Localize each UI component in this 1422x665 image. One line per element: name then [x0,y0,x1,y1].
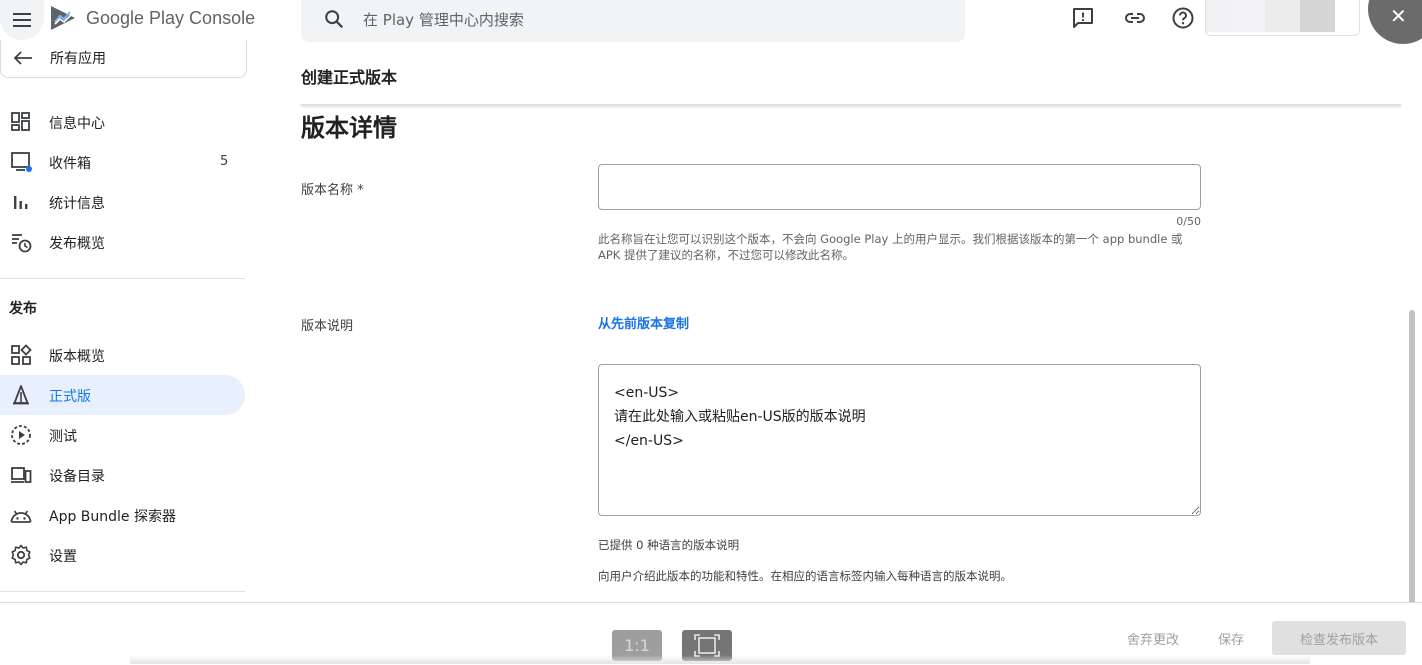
release-notes-count-text: 已提供 0 种语言的版本说明 [598,538,740,552]
testing-icon [11,425,31,445]
sidebar-item-label: 测试 [49,429,77,445]
sidebar-item-label: App Bundle 探索器 [49,509,176,525]
review-release-button[interactable]: 检查发布版本 [1272,621,1406,655]
release-name-label: 版本名称 * [301,183,364,198]
releases-overview-icon [11,344,32,365]
arrow-back-icon [13,51,32,65]
inbox-count-badge: 5 [220,154,229,169]
search-bar[interactable] [301,0,965,42]
discard-changes-button[interactable]: 舍弃更改 [1127,629,1179,648]
sidebar-item-app-bundle-explorer[interactable]: App Bundle 探索器 [0,495,245,535]
sidebar-nav: 所有应用 信息中心 收件箱 5 统计信息 发布概览 发布 版本概览 正式版 测试… [0,40,256,604]
sidebar-item-settings[interactable]: 设置 [0,535,245,575]
release-name-counter: 0/50 [1176,215,1201,228]
sidebar-item-device-catalog[interactable]: 设备目录 [0,455,245,495]
sidebar-item-inbox[interactable]: 收件箱 5 [0,142,245,182]
play-console-logo[interactable]: Google Play Console [50,4,255,32]
search-input[interactable] [363,7,943,33]
close-icon[interactable]: ✕ [1390,4,1407,28]
sidebar-item-label: 正式版 [49,389,91,405]
save-button[interactable]: 保存 [1218,629,1244,648]
inbox-icon [11,152,32,172]
bar-chart-icon [14,196,28,209]
release-notes-textarea[interactable]: <en-US> 请在此处输入或粘贴en-US版的版本说明 </en-US> [598,364,1201,516]
release-name-input[interactable] [598,164,1201,210]
link-icon[interactable] [1123,6,1147,30]
android-icon [10,510,32,523]
main-content: 创建正式版本 版本详情 版本名称 * 0/50 此名称旨在让您可以识别这个版本，… [256,46,1422,604]
sidebar-divider [0,591,245,592]
logo-text: Google Play Console [86,7,256,28]
menu-button[interactable] [0,0,44,40]
sidebar-item-releases-overview[interactable]: 版本概览 [0,335,245,375]
back-label: 所有应用 [50,51,106,67]
release-name-helper-text: 此名称旨在让您可以识别这个版本，不会向 Google Play 上的用户显示。我… [598,232,1183,262]
hamburger-icon [13,13,31,27]
sidebar-item-production[interactable]: 正式版 [0,375,245,415]
section-heading: 版本详情 [301,114,397,142]
sidebar-item-publishing-overview[interactable]: 发布概览 [0,222,245,262]
back-to-all-apps-button[interactable]: 所有应用 [0,40,247,78]
page-title: 创建正式版本 [301,68,398,87]
sidebar-item-label: 信息中心 [49,116,105,132]
sidebar-item-label: 收件箱 [49,156,91,172]
release-notes-hint: 向用户介绍此版本的功能和特性。在相应的语言标签内输入每种语言的版本说明。 [598,569,1012,583]
bottom-shadow [130,655,1310,664]
sidebar-item-statistics[interactable]: 统计信息 [0,182,245,222]
sidebar-item-dashboard[interactable]: 信息中心 [0,102,245,142]
device-catalog-icon [11,467,32,483]
settings-icon [11,544,31,566]
sidebar-divider [0,278,245,279]
sidebar-item-label: 设备目录 [49,469,105,485]
main-scrollbar[interactable] [1409,310,1415,604]
play-console-logo-icon [51,6,75,30]
production-icon [13,385,29,405]
sidebar-item-testing[interactable]: 测试 [0,415,245,455]
publishing-overview-icon [12,234,32,253]
sidebar-item-label: 设置 [49,549,77,565]
header-divider [301,104,1401,106]
feedback-icon[interactable] [1071,6,1095,30]
release-notes-label: 版本说明 [301,319,354,334]
search-icon [325,10,344,29]
help-icon[interactable] [1171,6,1195,30]
sidebar-section-title: 发布 [9,301,37,317]
dashboard-icon [11,112,30,131]
sidebar-item-label: 统计信息 [49,196,105,212]
sidebar-item-label: 发布概览 [49,236,105,252]
copy-from-previous-link[interactable]: 从先前版本复制 [598,313,689,332]
account-switcher[interactable] [1205,0,1360,36]
sidebar-item-label: 版本概览 [49,349,105,365]
